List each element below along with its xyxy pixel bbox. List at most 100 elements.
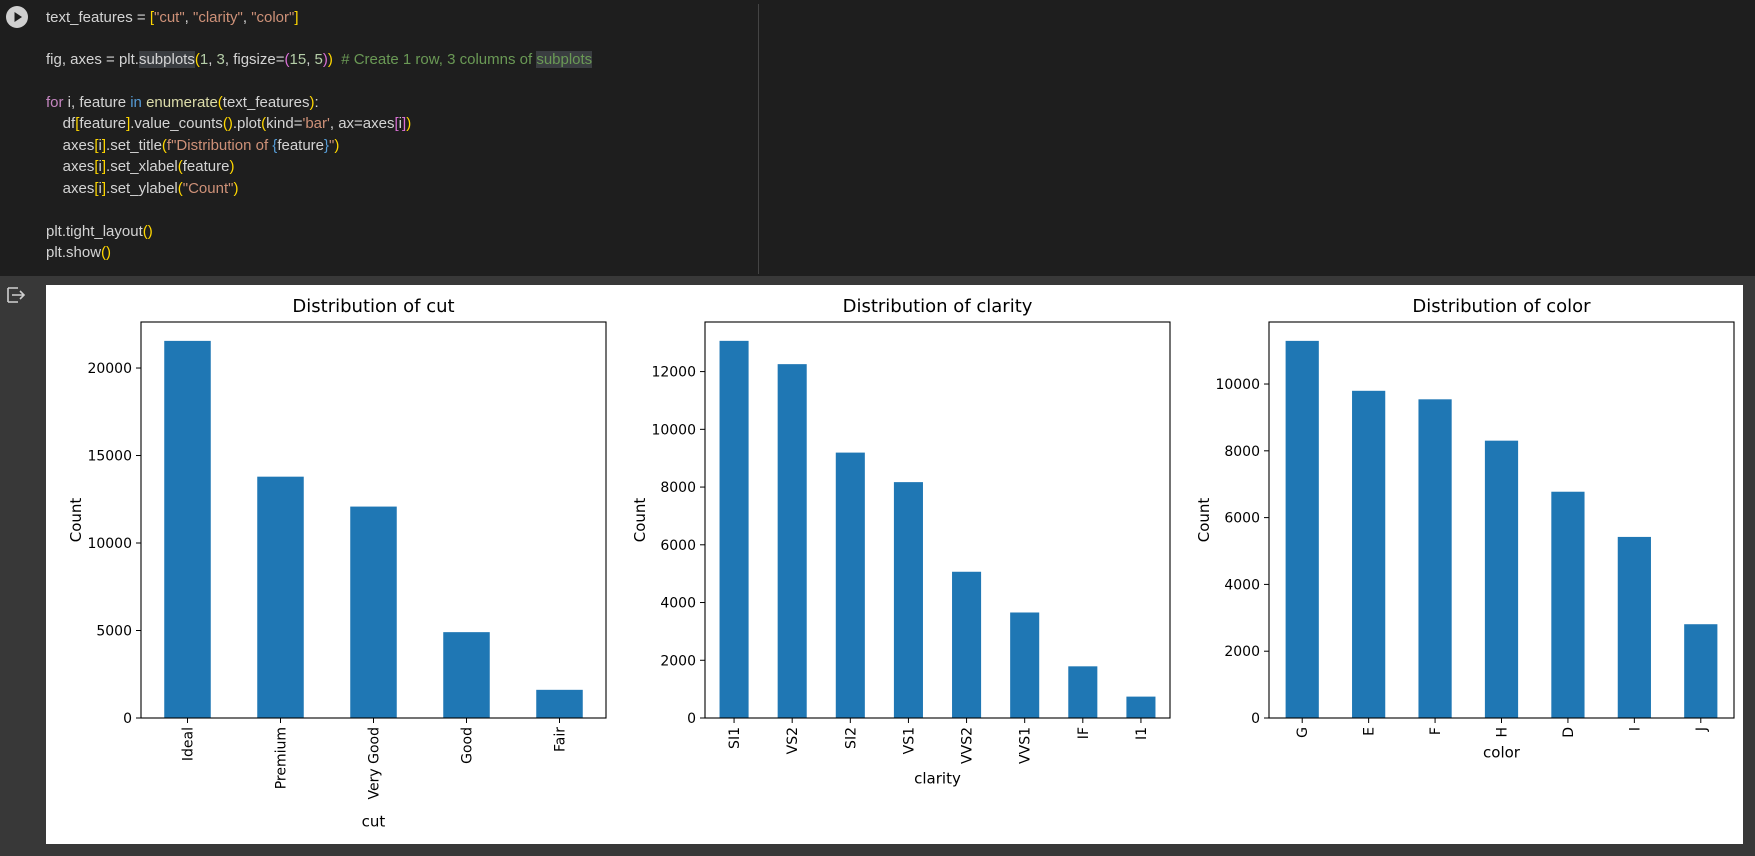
code-token: f"Distribution of xyxy=(166,137,273,154)
code-token: ] xyxy=(294,9,299,26)
bar-d xyxy=(1551,491,1585,718)
x-tick-label: F xyxy=(1428,727,1444,735)
bar-fair xyxy=(536,689,583,718)
code-token: 5 xyxy=(314,51,323,68)
code-token: 1 xyxy=(199,51,209,68)
code-token: plt.show xyxy=(46,244,102,261)
x-axis-label: color xyxy=(1483,744,1521,762)
code-token: , ax=axes xyxy=(329,115,395,132)
bar-g xyxy=(1285,340,1319,718)
code-token: .plot xyxy=(232,115,262,132)
bar-h xyxy=(1484,440,1519,718)
code-token: 15 xyxy=(289,51,307,68)
bar-e xyxy=(1352,390,1386,718)
code-token: ) xyxy=(334,137,340,154)
code-line: df[feature].value_counts().plot(kind='ba… xyxy=(46,114,412,134)
bar-f xyxy=(1418,399,1452,718)
code-token: , xyxy=(184,9,194,26)
y-tick-label: 12000 xyxy=(651,365,696,381)
x-tick-label: Ideal xyxy=(181,727,197,761)
y-tick-label: 5000 xyxy=(96,624,132,640)
code-token: "Count" xyxy=(182,180,234,197)
x-tick-label: D xyxy=(1561,727,1577,738)
code-token: "cut" xyxy=(154,9,185,26)
x-tick-label: H xyxy=(1495,727,1511,738)
code-token: , xyxy=(242,9,252,26)
code-token: plt.tight_layout xyxy=(46,223,143,240)
code-token: .set_title xyxy=(106,137,162,154)
code-token: , figsize= xyxy=(224,51,285,68)
y-tick-label: 2000 xyxy=(1224,644,1260,660)
code-token: ) xyxy=(106,244,112,261)
code-token: : xyxy=(314,94,319,111)
run-cell-button[interactable] xyxy=(6,6,28,28)
bar-si1 xyxy=(719,340,749,718)
y-tick-label: 10000 xyxy=(651,422,696,438)
code-line: axes[i].set_title(f"Distribution of {fea… xyxy=(46,136,340,156)
code-token: subplots xyxy=(138,51,195,68)
bar-ideal xyxy=(164,340,211,718)
code-token: fig, axes = plt. xyxy=(46,51,139,68)
editor-ruler xyxy=(758,4,759,274)
x-tick-label: IF xyxy=(1076,727,1092,739)
bar-si2 xyxy=(835,452,865,718)
code-token: , xyxy=(306,51,315,68)
y-tick-label: 4000 xyxy=(660,596,696,612)
y-tick-label: 10000 xyxy=(1215,377,1260,393)
code-token: df xyxy=(46,115,76,132)
y-tick-label: 2000 xyxy=(660,653,696,669)
play-circle-icon xyxy=(14,12,22,22)
code-line: axes[i].set_ylabel("Count") xyxy=(46,179,239,199)
code-token: ) xyxy=(229,158,235,175)
code-token: , xyxy=(208,51,217,68)
y-axis-label: Count xyxy=(67,498,85,543)
x-tick-label: SI1 xyxy=(727,727,743,749)
chart-title: Distribution of clarity xyxy=(843,296,1033,317)
code-token: .set_ylabel xyxy=(106,180,178,197)
y-axis-label: Count xyxy=(631,498,649,543)
bar-vvs1 xyxy=(1010,612,1040,718)
y-tick-label: 4000 xyxy=(1224,577,1260,593)
bar-vs2 xyxy=(777,364,807,718)
code-line: text_features = ["cut", "clarity", "colo… xyxy=(46,8,299,28)
code-line: plt.show() xyxy=(46,243,111,263)
code-editor[interactable]: text_features = ["cut", "clarity", "colo… xyxy=(46,2,758,274)
bar-vs1 xyxy=(893,482,923,718)
code-token: text_features = xyxy=(46,9,150,26)
code-token: axes xyxy=(46,180,95,197)
code-token: feature xyxy=(79,115,127,132)
code-token: ) xyxy=(233,180,239,197)
code-token: axes xyxy=(46,158,95,175)
code-token: .set_xlabel xyxy=(106,158,178,175)
output-gutter xyxy=(0,276,46,856)
code-token: ) xyxy=(406,115,412,132)
axes-frame xyxy=(704,321,1171,719)
code-token: enumerate xyxy=(146,94,218,111)
code-token: "color" xyxy=(251,9,295,26)
x-tick-label: G xyxy=(1295,727,1311,738)
x-tick-label: Fair xyxy=(553,727,569,752)
y-tick-label: 0 xyxy=(123,711,132,727)
code-token: in xyxy=(130,94,142,111)
code-token: 'bar' xyxy=(302,115,330,132)
x-tick-label: SI2 xyxy=(843,727,859,749)
code-line: plt.tight_layout() xyxy=(46,222,153,242)
x-tick-label: J xyxy=(1694,727,1710,732)
y-tick-label: 0 xyxy=(687,711,696,727)
code-token: 3 xyxy=(216,51,225,68)
bar-if xyxy=(1068,666,1098,718)
output-figure: 0 5000 10000 15000 20000 Ideal Premium Very Goo… xyxy=(46,285,1743,844)
y-tick-label: 10000 xyxy=(87,536,132,552)
x-tick-label: VVS1 xyxy=(1018,727,1034,764)
bar-very-good xyxy=(350,506,397,718)
y-axis-label: Count xyxy=(1195,498,1213,543)
code-token: subplots xyxy=(536,51,593,68)
x-tick-label: VVS2 xyxy=(960,727,976,764)
output-toggle-button[interactable] xyxy=(5,284,29,306)
chart-title: Distribution of color xyxy=(1412,296,1591,317)
code-token: axes xyxy=(46,137,95,154)
code-line: fig, axes = plt.subplots(1, 3, figsize=(… xyxy=(46,50,593,70)
x-tick-label: VS2 xyxy=(785,727,801,754)
code-token: "clarity" xyxy=(193,9,243,26)
y-tick-label: 6000 xyxy=(1224,511,1260,527)
